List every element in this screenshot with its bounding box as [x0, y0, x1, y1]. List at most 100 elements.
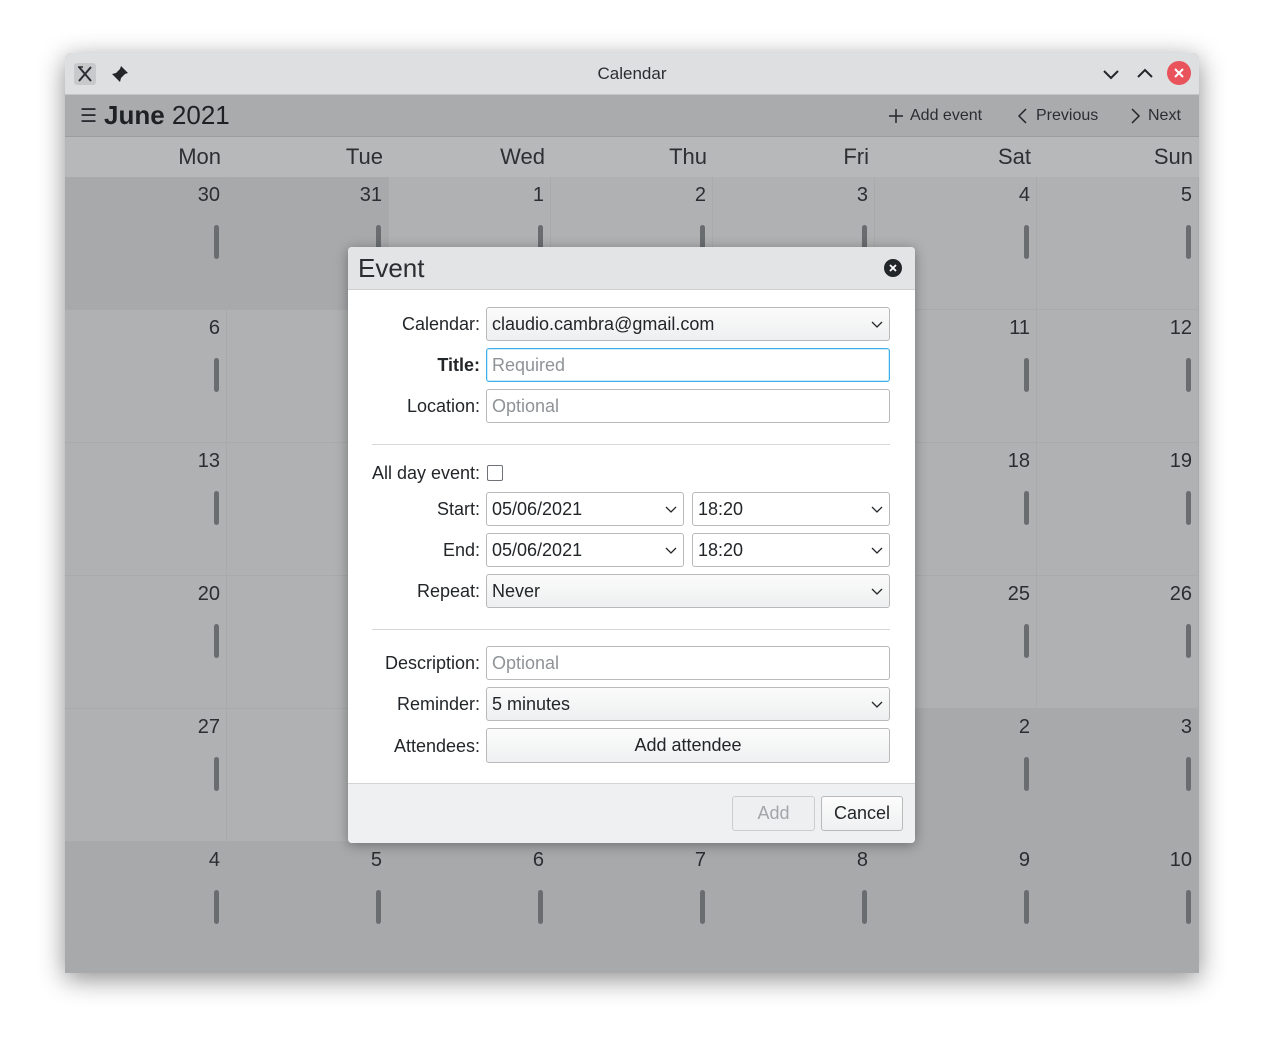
day-cell-mon[interactable]: 4 [65, 842, 227, 973]
start-date-select[interactable]: 05/06/2021 [486, 492, 684, 526]
close-icon [889, 264, 897, 272]
day-cell-sun[interactable]: 10 [1037, 842, 1199, 973]
description-input[interactable] [486, 646, 890, 680]
day-cell-mon[interactable]: 27 [65, 709, 227, 842]
day-cell-sun[interactable]: 5 [1037, 177, 1199, 310]
day-scrollbar[interactable] [1024, 491, 1029, 525]
weekday-header: Mon Tue Wed Thu Fri Sat Sun [65, 137, 1199, 178]
chevron-down-icon [665, 506, 677, 513]
repeat-label: Repeat: [416, 581, 480, 601]
day-scrollbar[interactable] [1024, 624, 1029, 658]
day-scrollbar[interactable] [1186, 225, 1191, 259]
day-number: 8 [856, 849, 868, 871]
chevron-down-icon [871, 701, 883, 708]
chevron-down-icon [1103, 70, 1119, 80]
day-scrollbar[interactable] [214, 624, 219, 658]
day-scrollbar[interactable] [1024, 358, 1029, 392]
day-scrollbar[interactable] [1024, 757, 1029, 791]
chevron-down-icon [871, 547, 883, 554]
window-title: Calendar [597, 64, 667, 83]
day-cell-sun[interactable]: 26 [1037, 576, 1199, 709]
add-event-label: Add event [910, 107, 983, 124]
next-label: Next [1148, 107, 1181, 124]
end-time-select[interactable]: 18:20 [692, 533, 890, 567]
day-cell-wed[interactable]: 6 [389, 842, 551, 973]
reminder-select[interactable]: 5 minutes [486, 687, 890, 721]
day-scrollbar[interactable] [1024, 225, 1029, 259]
attendees-label: Attendees: [393, 736, 480, 756]
day-scrollbar[interactable] [1186, 491, 1191, 525]
minimize-button[interactable] [1099, 62, 1123, 86]
day-number: 31 [359, 184, 382, 206]
start-time-value: 18:20 [698, 499, 744, 519]
day-cell-sun[interactable]: 19 [1037, 443, 1199, 576]
weekday-wed: Wed [500, 144, 545, 169]
dialog-footer: Add Cancel [348, 783, 915, 843]
day-scrollbar[interactable] [1186, 624, 1191, 658]
day-cell-mon[interactable]: 20 [65, 576, 227, 709]
day-scrollbar[interactable] [214, 757, 219, 791]
day-scrollbar[interactable] [700, 890, 705, 924]
day-scrollbar[interactable] [214, 225, 219, 259]
title-label: Title: [437, 355, 480, 375]
month-name: June [104, 100, 165, 130]
day-scrollbar[interactable] [214, 890, 219, 924]
add-event-button[interactable]: Add event [888, 105, 982, 127]
day-number: 18 [1007, 450, 1030, 472]
location-label: Location: [406, 396, 480, 416]
day-cell-tue[interactable]: 5 [227, 842, 389, 973]
day-number: 1 [532, 184, 544, 206]
start-label: Start: [436, 499, 480, 519]
previous-button[interactable]: Previous [1016, 105, 1098, 127]
day-number: 5 [370, 849, 382, 871]
day-scrollbar[interactable] [1024, 890, 1029, 924]
day-number: 27 [197, 716, 220, 738]
calendar-select[interactable]: claudio.cambra@gmail.com [486, 307, 890, 341]
hamburger-icon[interactable]: ☰ [80, 107, 97, 126]
all-day-checkbox[interactable] [487, 465, 503, 481]
start-time-select[interactable]: 18:20 [692, 492, 890, 526]
window-close-button[interactable] [1167, 61, 1191, 85]
add-button[interactable]: Add [732, 796, 815, 831]
day-number: 25 [1007, 583, 1030, 605]
maximize-button[interactable] [1133, 62, 1157, 86]
day-cell-thu[interactable]: 7 [551, 842, 713, 973]
dialog-close-button[interactable] [884, 259, 902, 277]
day-cell-sun[interactable]: 12 [1037, 310, 1199, 443]
cancel-button[interactable]: Cancel [821, 796, 903, 831]
reminder-value: 5 minutes [492, 694, 571, 714]
day-cell-sun[interactable]: 3 [1037, 709, 1199, 842]
add-attendee-button[interactable]: Add attendee [486, 728, 890, 763]
toolbar: ☰ June 2021 Add event Previous Next [65, 95, 1199, 137]
day-cell-fri[interactable]: 8 [713, 842, 875, 973]
day-scrollbar[interactable] [1186, 890, 1191, 924]
day-scrollbar[interactable] [376, 890, 381, 924]
weekday-fri: Fri [843, 144, 869, 169]
day-cell-mon[interactable]: 30 [65, 177, 227, 310]
next-button[interactable]: Next [1128, 105, 1181, 127]
day-cell-mon[interactable]: 6 [65, 310, 227, 443]
day-scrollbar[interactable] [862, 890, 867, 924]
day-number: 9 [1018, 849, 1030, 871]
weekday-tue: Tue [345, 144, 383, 169]
title-input[interactable] [486, 348, 890, 382]
day-cell-sat[interactable]: 9 [875, 842, 1037, 973]
repeat-value: Never [492, 581, 541, 601]
end-date-select[interactable]: 05/06/2021 [486, 533, 684, 567]
start-date-value: 05/06/2021 [492, 499, 583, 519]
chevron-down-icon [871, 506, 883, 513]
day-number: 13 [197, 450, 220, 472]
day-number: 10 [1169, 849, 1192, 871]
day-scrollbar[interactable] [214, 358, 219, 392]
chevron-down-icon [871, 321, 883, 328]
day-cell-mon[interactable]: 13 [65, 443, 227, 576]
repeat-select[interactable]: Never [486, 574, 890, 608]
day-scrollbar[interactable] [1186, 757, 1191, 791]
month-title: June 2021 [104, 100, 230, 130]
day-scrollbar[interactable] [538, 890, 543, 924]
chevron-down-icon [871, 588, 883, 595]
end-label: End: [442, 540, 480, 560]
day-scrollbar[interactable] [1186, 358, 1191, 392]
day-scrollbar[interactable] [214, 491, 219, 525]
location-input[interactable] [486, 389, 890, 423]
